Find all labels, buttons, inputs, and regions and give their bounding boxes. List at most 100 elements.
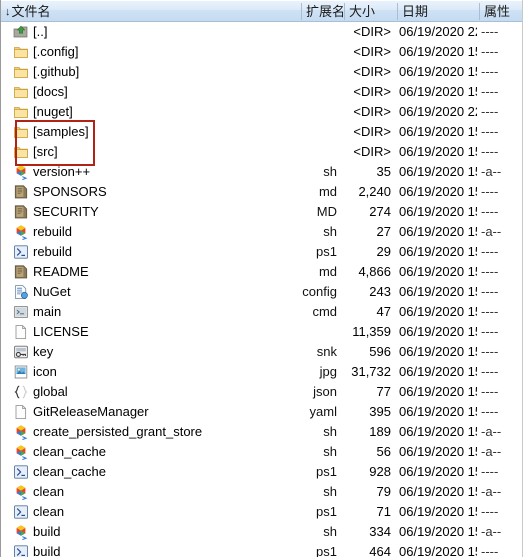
table-row[interactable]: [src] <DIR> 06/19/2020 15:01 ---- [1,142,522,162]
table-row[interactable]: rebuild ps1 29 06/19/2020 15:01 ---- [1,242,522,262]
file-size-cell: 71 [376,504,391,519]
file-attributes-cell: ---- [481,104,499,119]
blank-file-icon [13,404,29,420]
file-extension-cell: sh [323,424,337,439]
file-extension-cell: ps1 [316,544,337,557]
table-row[interactable]: clean sh 79 06/19/2020 15:01 -a-- [1,482,522,502]
table-row[interactable]: clean_cache sh 56 06/19/2020 15:01 -a-- [1,442,522,462]
file-date-cell: 06/19/2020 22:14 [399,104,477,119]
file-name-cell: [.config] [33,44,79,59]
table-row[interactable]: SPONSORS md 2,240 06/19/2020 15:01 ---- [1,182,522,202]
column-divider-2[interactable] [344,3,345,20]
file-name-cell: icon [33,364,57,379]
file-date-cell: 06/19/2020 15:01 [399,164,477,179]
file-attributes-cell: ---- [481,384,499,399]
file-name-cell: key [33,344,54,359]
column-divider-1[interactable] [301,3,302,20]
column-header-date[interactable]: 日期 [398,1,478,21]
column-header-bar[interactable]: ↓文件名 扩展名 大小 日期 属性 [1,0,522,22]
file-date-cell: 06/19/2020 15:01 [399,484,477,499]
column-header-extension[interactable]: 扩展名 [302,1,343,21]
file-name-cell: build [33,544,61,557]
file-date-cell: 06/19/2020 15:01 [399,84,477,99]
column-divider-3[interactable] [397,3,398,20]
column-header-attributes[interactable]: 属性 [480,1,522,21]
file-extension-cell: ps1 [316,464,337,479]
table-row[interactable]: [..] <DIR> 06/19/2020 22:13 ---- [1,22,522,42]
table-row[interactable]: SECURITY MD 274 06/19/2020 15:01 ---- [1,202,522,222]
table-row[interactable]: LICENSE 11,359 06/19/2020 15:01 ---- [1,322,522,342]
file-attributes-cell: ---- [481,504,499,519]
json-icon [13,384,29,400]
file-date-cell: 06/19/2020 15:01 [399,324,477,339]
shell-script-icon [13,164,29,180]
file-size-cell: <DIR> [353,24,391,39]
folder-icon [13,84,29,100]
file-extension-cell: sh [323,164,337,179]
file-date-cell: 06/19/2020 15:01 [399,144,477,159]
file-list[interactable]: [..] <DIR> 06/19/2020 22:13 ---- [.config] <D… [1,22,522,557]
table-row[interactable]: [samples] <DIR> 06/19/2020 15:01 ---- [1,122,522,142]
file-date-cell: 06/19/2020 15:01 [399,224,477,239]
folder-icon [13,144,29,160]
file-extension-cell: config [302,284,337,299]
table-row[interactable]: global json 77 06/19/2020 15:01 ---- [1,382,522,402]
file-extension-cell [297,322,341,342]
file-name-cell: [src] [33,144,58,159]
column-divider-4[interactable] [479,3,480,20]
file-attributes-cell: ---- [481,24,499,39]
file-size-cell: 29 [376,244,391,259]
table-row[interactable]: [.github] <DIR> 06/19/2020 15:01 ---- [1,62,522,82]
file-size-cell: <DIR> [353,124,391,139]
table-row[interactable]: README md 4,866 06/19/2020 15:01 ---- [1,262,522,282]
table-row[interactable]: GitReleaseManager yaml 395 06/19/2020 15:01… [1,402,522,422]
cmd-icon [13,304,29,320]
column-header-size-label: 大小 [349,4,376,19]
table-row[interactable]: build sh 334 06/19/2020 15:01 -a-- [1,522,522,542]
table-row[interactable]: clean_cache ps1 928 06/19/2020 15:01 ---- [1,462,522,482]
table-row[interactable]: icon jpg 31,732 06/19/2020 15:01 ---- [1,362,522,382]
sort-descending-icon[interactable]: ↓ [5,2,11,21]
column-header-name[interactable]: ↓文件名 [1,1,301,21]
table-row[interactable]: rebuild sh 27 06/19/2020 15:01 -a-- [1,222,522,242]
file-size-cell: 395 [369,404,391,419]
folder-icon [13,64,29,80]
file-name-cell: README [33,264,89,279]
file-size-cell: 334 [369,524,391,539]
file-date-cell: 06/19/2020 15:01 [399,204,477,219]
table-row[interactable]: main cmd 47 06/19/2020 15:01 ---- [1,302,522,322]
table-row[interactable]: NuGet config 243 06/19/2020 15:01 ---- [1,282,522,302]
file-name-cell: clean [33,504,65,519]
file-attributes-cell: ---- [481,144,499,159]
column-header-size[interactable]: 大小 [345,1,396,21]
file-size-cell: 47 [376,304,391,319]
file-name-cell: clean_cache [33,444,106,459]
file-date-cell: 06/19/2020 15:01 [399,424,477,439]
file-size-cell: <DIR> [353,84,391,99]
table-row[interactable]: [nuget] <DIR> 06/19/2020 22:14 ---- [1,102,522,122]
file-attributes-cell: ---- [481,64,499,79]
table-row[interactable]: key snk 596 06/19/2020 15:01 ---- [1,342,522,362]
shell-script-icon [13,484,29,500]
table-row[interactable]: version++ sh 35 06/19/2020 15:01 -a-- [1,162,522,182]
file-attributes-cell: -a-- [481,484,502,499]
table-row[interactable]: create_persisted_grant_store sh 189 06/19/2… [1,422,522,442]
file-size-cell: 77 [376,384,391,399]
table-row[interactable]: [.config] <DIR> 06/19/2020 15:01 ---- [1,42,522,62]
file-size-cell: 464 [369,544,391,557]
file-name-cell: create_persisted_grant_store [33,424,203,439]
file-extension-cell: sh [323,444,337,459]
table-row[interactable]: [docs] <DIR> 06/19/2020 15:01 ---- [1,82,522,102]
file-name-cell: rebuild [33,224,73,239]
markdown-icon [13,204,29,220]
file-attributes-cell: ---- [481,184,499,199]
config-file-icon [13,284,29,300]
table-row[interactable]: clean ps1 71 06/19/2020 15:01 ---- [1,502,522,522]
powershell-icon [13,504,29,520]
key-icon [13,344,29,360]
file-size-cell: 27 [376,224,391,239]
folder-icon [13,44,29,60]
table-row[interactable]: build ps1 464 06/19/2020 15:01 ---- [1,542,522,557]
file-extension-cell: sh [323,484,337,499]
file-name-cell: [nuget] [33,104,73,119]
